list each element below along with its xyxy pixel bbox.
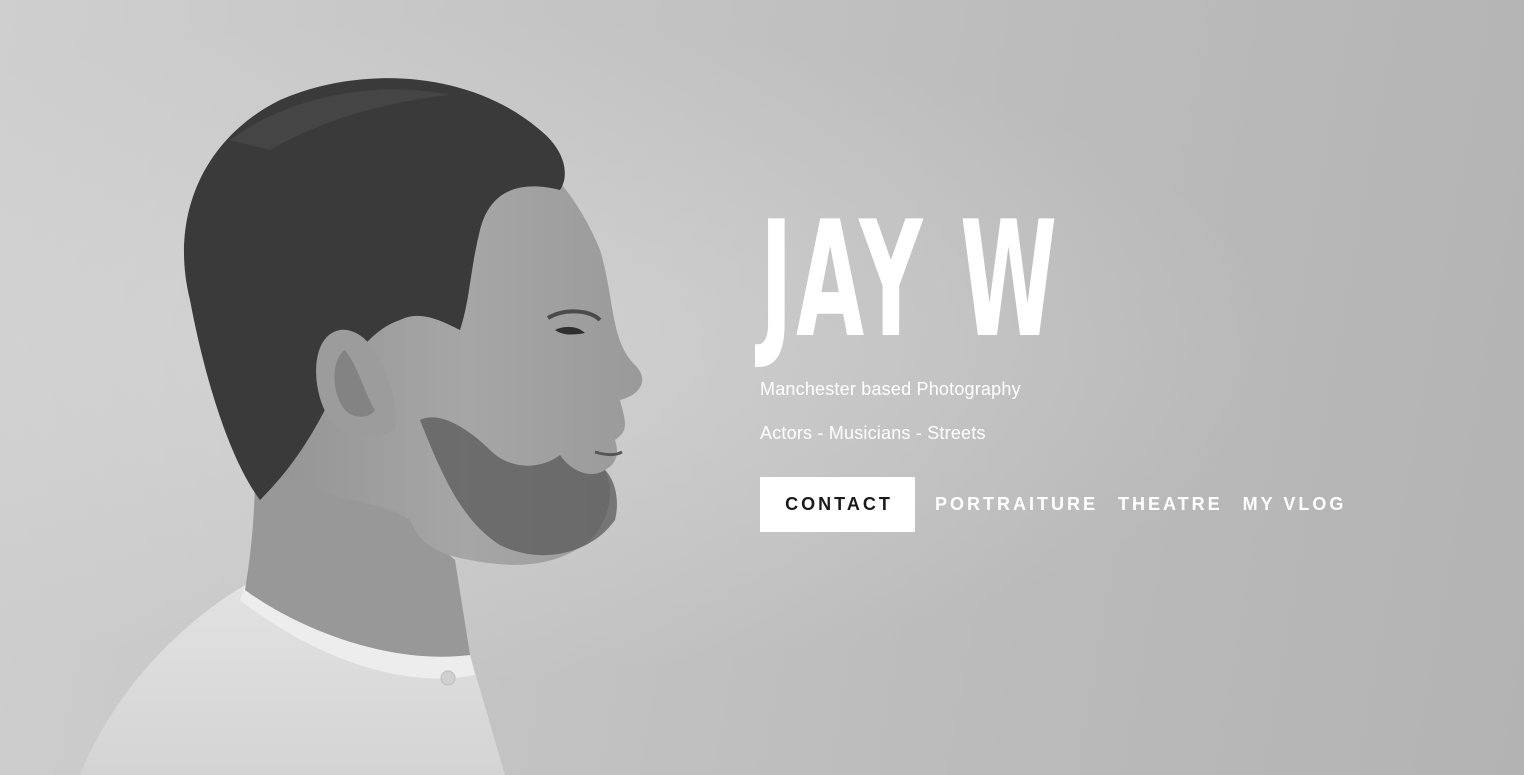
nav-link-theatre[interactable]: THEATRE <box>1118 494 1223 515</box>
tagline-location: Manchester based Photography <box>760 379 1021 399</box>
nav-link-portraiture[interactable]: PORTRAITURE <box>935 494 1098 515</box>
portrait-photo <box>80 78 643 775</box>
nav-link-my-vlog[interactable]: MY VLOG <box>1243 494 1347 515</box>
hero-section: JAY W Manchester based Photography Actor… <box>0 0 1524 775</box>
hero-content: JAY W Manchester based Photography Actor… <box>760 200 1460 532</box>
contact-button[interactable]: CONTACT <box>760 477 915 532</box>
main-nav: CONTACT PORTRAITURE THEATRE MY VLOG <box>760 477 1460 532</box>
site-title[interactable]: JAY W <box>760 200 1145 360</box>
tagline-subjects: Actors - Musicians - Streets <box>760 423 986 443</box>
